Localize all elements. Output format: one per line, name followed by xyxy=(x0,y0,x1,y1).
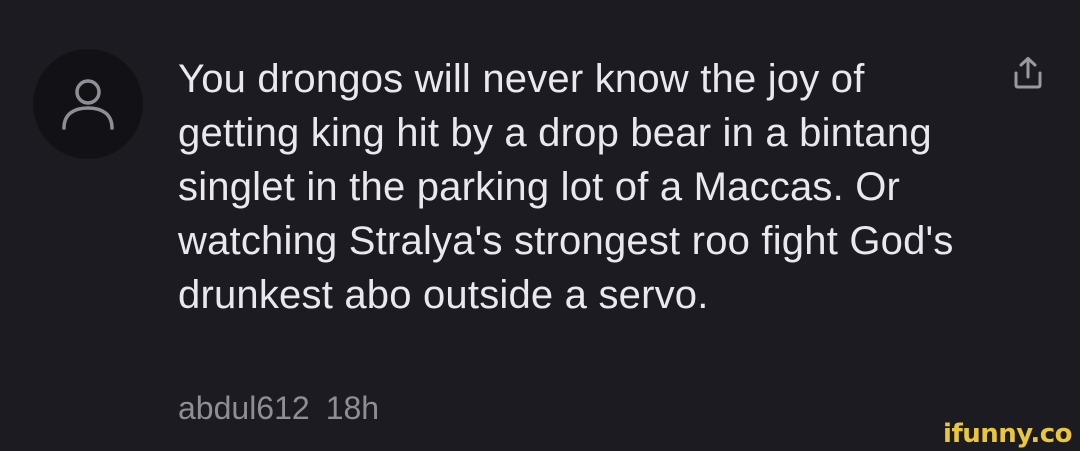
comment-meta: abdul612 18h xyxy=(178,388,379,428)
share-button[interactable] xyxy=(1010,55,1046,91)
comment-text: You drongos will never know the joy of g… xyxy=(178,57,954,317)
share-upload-icon xyxy=(1014,57,1042,89)
comment-timestamp: 18h xyxy=(325,390,380,426)
comment-author[interactable]: abdul612 xyxy=(178,390,310,426)
ifunny-watermark: ifunny.co xyxy=(943,419,1072,449)
user-icon xyxy=(62,79,114,130)
comment-screen: You drongos will never know the joy of g… xyxy=(0,0,1080,451)
avatar[interactable] xyxy=(33,49,143,159)
